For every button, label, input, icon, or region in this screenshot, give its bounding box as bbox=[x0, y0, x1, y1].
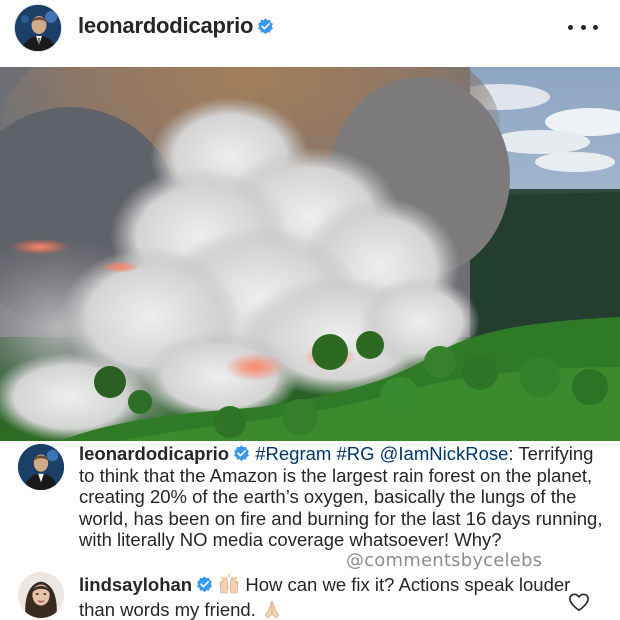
author-username[interactable]: leonardodicaprio bbox=[78, 13, 274, 39]
author-avatar[interactable] bbox=[14, 4, 62, 52]
more-options-icon[interactable] bbox=[568, 15, 598, 39]
hashtag-regram[interactable]: #Regram bbox=[255, 443, 331, 464]
raised-hands-icon bbox=[218, 574, 240, 599]
post-image[interactable] bbox=[0, 67, 620, 441]
caption-text: leonardodicaprio #Regram #RG @IamNickRos… bbox=[79, 443, 609, 551]
reply-username[interactable]: lindsaylohan bbox=[79, 574, 192, 595]
post-header: leonardodicaprio bbox=[0, 0, 620, 66]
author-username-text[interactable]: leonardodicaprio bbox=[78, 13, 253, 38]
reply-avatar[interactable] bbox=[18, 572, 64, 618]
verified-badge-icon bbox=[234, 445, 250, 462]
reply-comment: lindsaylohan How can we fix it? Actions … bbox=[0, 572, 620, 620]
hashtag-rg[interactable]: #RG bbox=[336, 443, 374, 464]
dot bbox=[580, 24, 586, 30]
heart-outline-icon[interactable] bbox=[568, 592, 590, 612]
reply-text: lindsaylohan How can we fix it? Actions … bbox=[79, 574, 609, 620]
verified-badge-icon bbox=[197, 576, 213, 593]
caption-username[interactable]: leonardodicaprio bbox=[79, 443, 229, 464]
author-avatar[interactable] bbox=[18, 444, 64, 490]
dot bbox=[593, 24, 598, 30]
folded-hands-icon bbox=[261, 599, 283, 620]
watermark: @commentsbycelebs bbox=[346, 550, 543, 571]
dot bbox=[568, 24, 573, 30]
caption-colon: : bbox=[508, 443, 514, 464]
mention-iamnickrose[interactable]: @IamNickRose bbox=[380, 443, 509, 464]
verified-badge-icon bbox=[258, 18, 274, 35]
instagram-post: leonardodicaprio leonardodicaprio #Regra… bbox=[0, 0, 620, 620]
